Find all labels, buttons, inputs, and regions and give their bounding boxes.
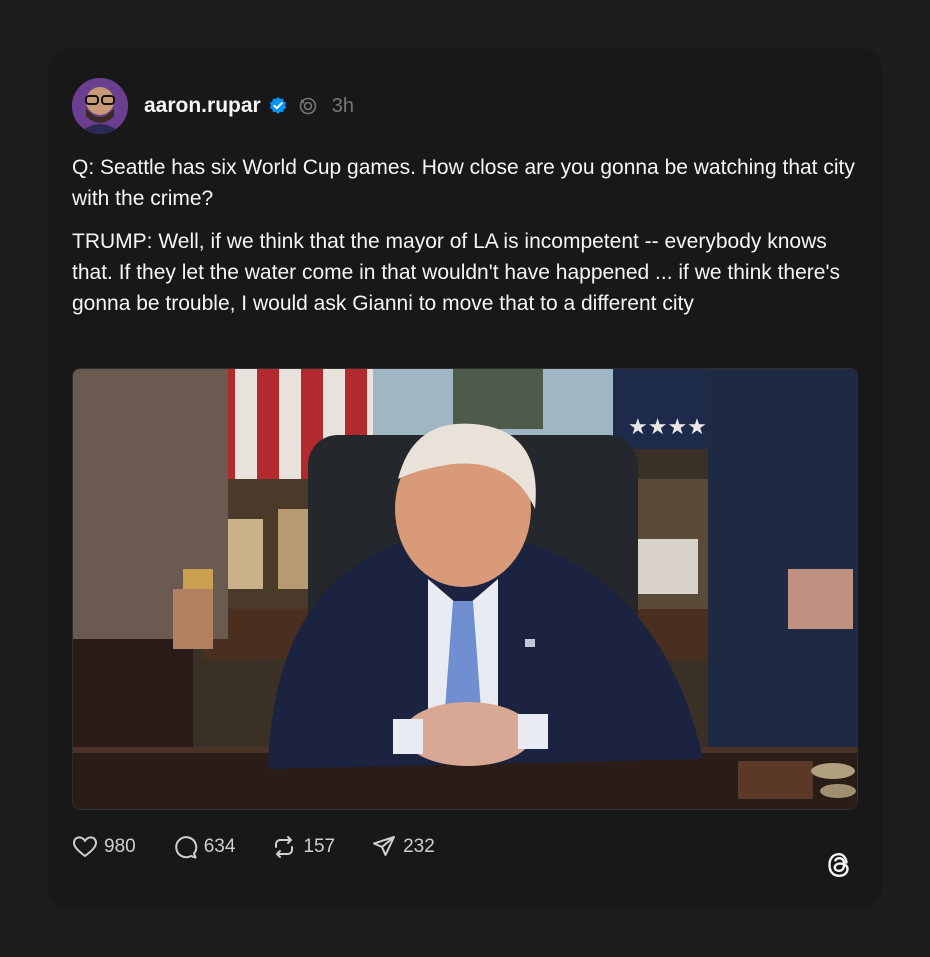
svg-text:★★★★: ★★★★ — [628, 415, 707, 440]
share-button[interactable]: 232 — [371, 834, 435, 860]
repost-count: 157 — [303, 836, 336, 857]
avatar[interactable] — [72, 78, 128, 134]
post-time: 3h — [331, 94, 354, 117]
share-icon — [373, 836, 396, 856]
post-body: Q: Seattle has six World Cup games. How … — [72, 152, 862, 331]
share-count: 232 — [403, 836, 435, 857]
reply-button[interactable]: 634 — [172, 834, 236, 860]
video-frame-image: ★★★★ — [73, 369, 857, 809]
post-media[interactable]: ★★★★ — [72, 368, 858, 810]
like-count: 980 — [104, 836, 136, 857]
avatar-image — [72, 78, 128, 134]
post-card: aaron.rupar 3h Q: Seattle has six World … — [48, 48, 882, 909]
repost-button[interactable]: 157 — [271, 834, 335, 860]
repost-indicator-icon — [299, 97, 317, 115]
heart-icon — [72, 836, 98, 858]
repost-icon — [275, 836, 294, 858]
threads-logo-icon[interactable] — [822, 848, 856, 882]
author-username[interactable]: aaron.rupar — [144, 94, 261, 118]
comment-icon — [174, 836, 197, 859]
reply-count: 634 — [203, 836, 236, 857]
post-header: aaron.rupar 3h — [144, 92, 354, 120]
post-actions: 980 634 157 232 — [72, 832, 471, 862]
verified-badge-icon — [269, 97, 286, 114]
like-button[interactable]: 980 — [72, 834, 136, 860]
post-paragraph: TRUMP: Well, if we think that the mayor … — [72, 230, 840, 315]
post-paragraph: Q: Seattle has six World Cup games. How … — [72, 156, 855, 210]
